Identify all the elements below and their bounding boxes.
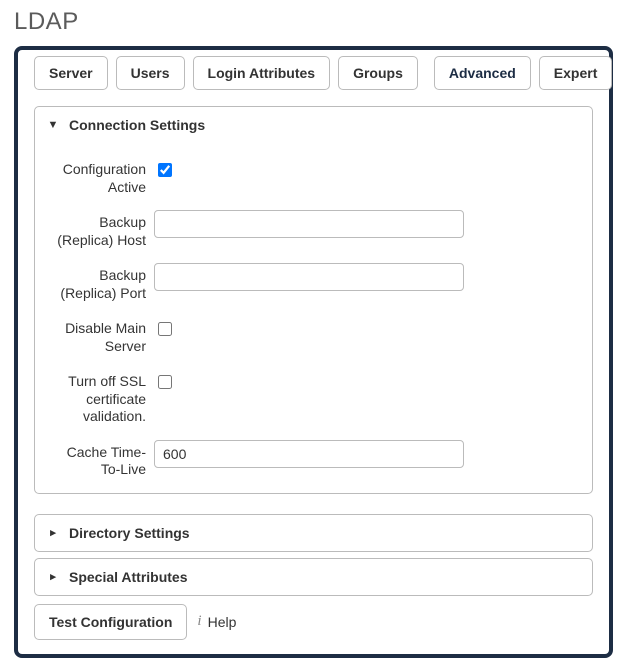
label-disable-main: Disable Main Server	[49, 316, 154, 355]
tab-server[interactable]: Server	[34, 56, 108, 90]
page-title: LDAP	[14, 8, 613, 36]
section-directory-title: Directory Settings	[69, 525, 190, 541]
label-cache-ttl: Cache Time-To-Live	[49, 440, 154, 479]
checkbox-turn-off-ssl[interactable]	[158, 375, 172, 389]
help-link[interactable]: i Help	[197, 613, 236, 630]
section-special-header[interactable]: ▸ Special Attributes	[35, 559, 592, 595]
tab-users[interactable]: Users	[116, 56, 185, 90]
label-backup-host: Backup (Replica) Host	[49, 210, 154, 249]
section-connection-body: Configuration Active Backup (Replica) Ho…	[35, 143, 592, 493]
ldap-panel: Server Users Login Attributes Groups Adv…	[14, 46, 613, 658]
tab-advanced[interactable]: Advanced	[434, 56, 531, 90]
section-connection-title: Connection Settings	[69, 117, 205, 133]
chevron-right-icon: ▸	[47, 526, 59, 539]
checkbox-disable-main[interactable]	[158, 322, 172, 336]
section-connection-header[interactable]: ▼ Connection Settings	[35, 107, 592, 143]
section-directory-settings: ▸ Directory Settings	[34, 514, 593, 552]
label-turn-off-ssl: Turn off SSL certificate validation.	[49, 369, 154, 426]
tab-groups[interactable]: Groups	[338, 56, 418, 90]
label-backup-port: Backup (Replica) Port	[49, 263, 154, 302]
row-config-active: Configuration Active	[49, 157, 578, 196]
row-turn-off-ssl: Turn off SSL certificate validation.	[49, 369, 578, 426]
section-directory-header[interactable]: ▸ Directory Settings	[35, 515, 592, 551]
label-config-active: Configuration Active	[49, 157, 154, 196]
input-backup-port[interactable]	[154, 263, 464, 291]
info-icon: i	[197, 613, 201, 630]
input-cache-ttl[interactable]	[154, 440, 464, 468]
section-special-attributes: ▸ Special Attributes	[34, 558, 593, 596]
row-backup-host: Backup (Replica) Host	[49, 210, 578, 249]
chevron-right-icon: ▸	[47, 570, 59, 583]
row-disable-main: Disable Main Server	[49, 316, 578, 355]
checkbox-config-active[interactable]	[158, 163, 172, 177]
tab-bar: Server Users Login Attributes Groups Adv…	[34, 56, 593, 90]
chevron-down-icon: ▼	[47, 119, 59, 131]
tab-login-attributes[interactable]: Login Attributes	[193, 56, 331, 90]
input-backup-host[interactable]	[154, 210, 464, 238]
actions-row: Test Configuration i Help	[34, 604, 593, 640]
row-backup-port: Backup (Replica) Port	[49, 263, 578, 302]
help-label: Help	[208, 614, 237, 630]
test-configuration-button[interactable]: Test Configuration	[34, 604, 187, 640]
tab-expert[interactable]: Expert	[539, 56, 613, 90]
section-special-title: Special Attributes	[69, 569, 188, 585]
row-cache-ttl: Cache Time-To-Live	[49, 440, 578, 479]
section-connection-settings: ▼ Connection Settings Configuration Acti…	[34, 106, 593, 494]
